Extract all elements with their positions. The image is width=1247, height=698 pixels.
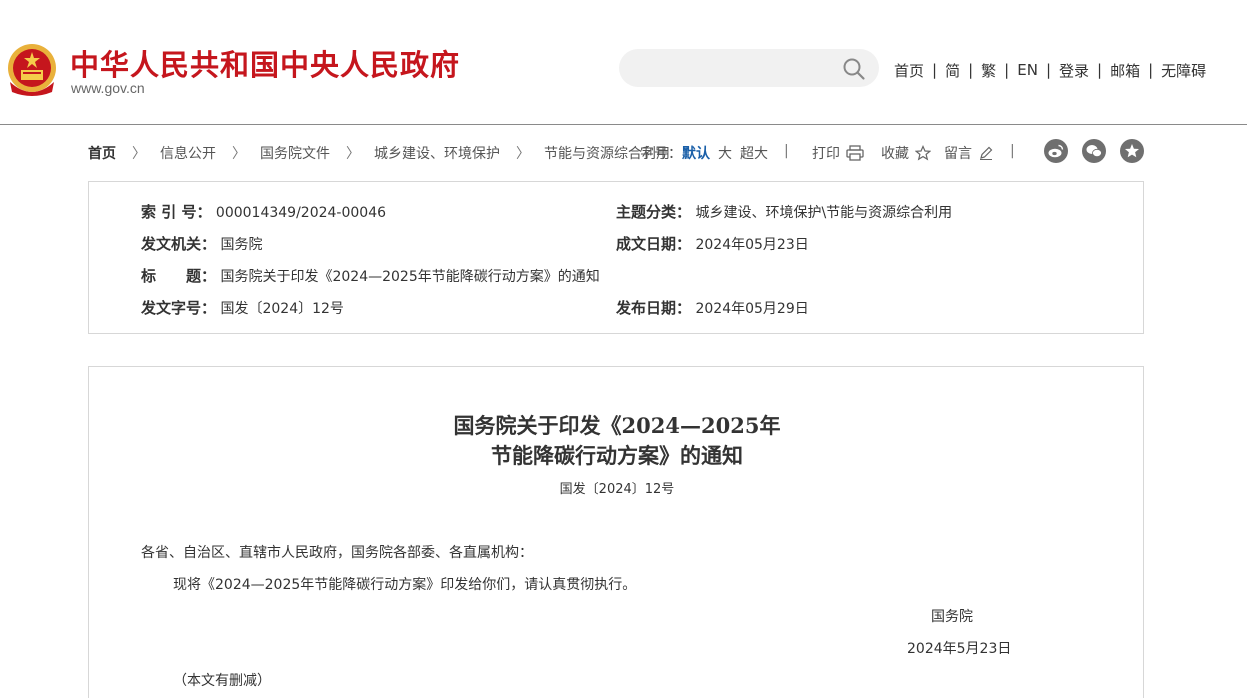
site-domain[interactable]: www.gov.cn (71, 80, 145, 96)
nav-accessibility[interactable]: 无障碍 (1161, 60, 1206, 81)
favorite-label: 收藏 (881, 146, 909, 162)
nav-english[interactable]: EN (1017, 61, 1038, 79)
meta-index-label: 索 引 号： (141, 203, 212, 221)
meta-written-row: 成文日期： 2024年05月23日 (616, 233, 809, 254)
favorite-share-button[interactable] (1120, 139, 1144, 163)
printer-icon (846, 145, 864, 161)
nav-mail[interactable]: 邮箱 (1110, 60, 1140, 81)
article-salutation: 各省、自治区、直辖市人民政府，国务院各部委、各直属机构： (141, 545, 533, 561)
breadcrumb-separator: 〉 (516, 146, 530, 162)
nav-separator: | (1004, 61, 1010, 79)
toolbar-separator: | (784, 143, 789, 159)
meta-written-value: 2024年05月23日 (695, 237, 809, 253)
nav-login[interactable]: 登录 (1059, 60, 1089, 81)
article-signer: 国务院 (931, 609, 973, 625)
article-date: 2024年5月23日 (907, 641, 1012, 657)
comment-label: 留言 (944, 146, 972, 162)
meta-published-label: 发布日期： (616, 299, 692, 317)
nav-separator: | (932, 61, 938, 79)
meta-issuer-row: 发文机关： 国务院 (141, 233, 262, 254)
nav-home[interactable]: 首页 (894, 60, 924, 81)
breadcrumb-separator: 〉 (232, 146, 246, 162)
document-meta-box: 索 引 号： 000014349/2024-00046 主题分类： 城乡建设、环… (88, 181, 1144, 334)
star-icon (915, 145, 931, 161)
font-size-large[interactable]: 大 (718, 143, 732, 163)
toolbar-row: 首页 〉 信息公开 〉 国务院文件 〉 城乡建设、环境保护 〉 节能与资源综合利… (88, 137, 1144, 167)
article-paragraph: 现将《2024—2025年节能降碳行动方案》印发给你们，请认真贯彻执行。 (173, 577, 637, 593)
meta-docno-value: 国发〔2024〕12号 (220, 301, 344, 317)
meta-index-row: 索 引 号： 000014349/2024-00046 (141, 201, 386, 222)
breadcrumb: 首页 〉 信息公开 〉 国务院文件 〉 城乡建设、环境保护 〉 节能与资源综合利… (88, 143, 670, 163)
article-title-line-2: 节能降碳行动方案》的通知 (491, 443, 743, 468)
print-label: 打印 (812, 146, 840, 162)
meta-docno-row: 发文字号： 国发〔2024〕12号 (141, 297, 344, 318)
nav-separator: | (1148, 61, 1154, 79)
nav-separator: | (1097, 61, 1103, 79)
article-title: 国务院关于印发《2024—2025年 节能降碳行动方案》的通知 (89, 411, 1145, 471)
breadcrumb-home[interactable]: 首页 (88, 143, 116, 163)
breadcrumb-separator: 〉 (346, 146, 360, 162)
font-size-switcher: 字号： 默认 大 超大 (640, 143, 768, 163)
wechat-share-button[interactable] (1082, 139, 1106, 163)
top-nav: 首页 | 简 | 繁 | EN | 登录 | 邮箱 | 无障碍 (894, 58, 1206, 82)
meta-topic-label: 主题分类： (616, 203, 692, 221)
nav-separator: | (1045, 61, 1051, 79)
favorite-button[interactable]: 收藏 (881, 143, 931, 163)
wechat-icon (1086, 145, 1102, 158)
pencil-icon (980, 146, 993, 160)
site-header: 中华人民共和国中央人民政府 www.gov.cn 首页 | 简 | 繁 | EN… (0, 0, 1247, 125)
font-size-default[interactable]: 默认 (682, 143, 710, 163)
font-size-xlarge[interactable]: 超大 (740, 143, 768, 163)
meta-title-label: 标 题： (141, 267, 217, 285)
nav-separator: | (968, 61, 974, 79)
meta-published-value: 2024年05月29日 (695, 301, 809, 317)
nav-traditional[interactable]: 繁 (981, 60, 996, 81)
article-title-line-1: 国务院关于印发《2024—2025年 (453, 413, 781, 438)
meta-docno-label: 发文字号： (141, 299, 217, 317)
meta-title-row: 标 题： 国务院关于印发《2024—2025年节能降碳行动方案》的通知 (141, 265, 600, 286)
weibo-share-button[interactable] (1044, 139, 1068, 163)
search-input[interactable] (637, 57, 837, 79)
comment-button[interactable]: 留言 (944, 143, 994, 163)
meta-published-row: 发布日期： 2024年05月29日 (616, 297, 809, 318)
weibo-icon (1048, 144, 1064, 158)
breadcrumb-info-public[interactable]: 信息公开 (160, 143, 216, 163)
article-doc-number: 国发〔2024〕12号 (559, 482, 675, 497)
meta-index-value: 000014349/2024-00046 (215, 205, 387, 221)
breadcrumb-separator: 〉 (132, 146, 146, 162)
article-note: （本文有删减） (173, 673, 271, 689)
site-title[interactable]: 中华人民共和国中央人民政府 (70, 42, 460, 84)
national-emblem-icon[interactable] (6, 42, 58, 98)
search-icon[interactable] (842, 57, 866, 81)
print-button[interactable]: 打印 (812, 143, 864, 163)
meta-topic-row: 主题分类： 城乡建设、环境保护\节能与资源综合利用 (616, 201, 952, 222)
breadcrumb-urban-environment[interactable]: 城乡建设、环境保护 (374, 143, 500, 163)
article-body: 国务院关于印发《2024—2025年 节能降碳行动方案》的通知 国发〔2024〕… (88, 366, 1144, 698)
font-size-label: 字号： (640, 146, 682, 162)
breadcrumb-state-council-docs[interactable]: 国务院文件 (260, 143, 330, 163)
meta-issuer-label: 发文机关： (141, 235, 217, 253)
search-box (619, 49, 879, 87)
toolbar-separator: | (1010, 143, 1015, 159)
nav-simplified[interactable]: 简 (945, 60, 960, 81)
meta-topic-value: 城乡建设、环境保护\节能与资源综合利用 (695, 205, 953, 221)
meta-written-label: 成文日期： (616, 235, 692, 253)
star-icon (1125, 144, 1139, 158)
meta-title-value: 国务院关于印发《2024—2025年节能降碳行动方案》的通知 (220, 269, 600, 285)
meta-issuer-value: 国务院 (220, 237, 263, 253)
